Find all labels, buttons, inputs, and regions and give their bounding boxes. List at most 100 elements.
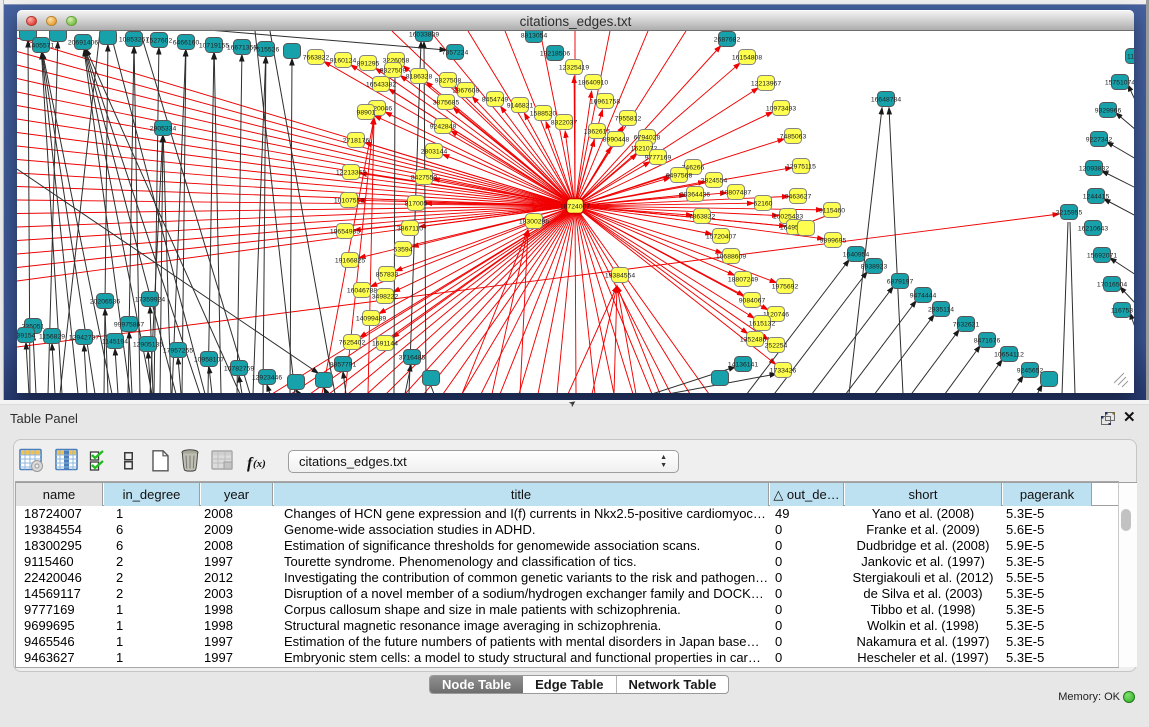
svg-text:1112: 1112 [1127, 54, 1134, 61]
svg-text:7955812: 7955812 [615, 116, 642, 123]
svg-text:62160: 62160 [754, 201, 773, 208]
svg-text:7632621: 7632621 [953, 322, 980, 329]
svg-text:16210643: 16210643 [1078, 226, 1108, 233]
svg-text:2803144: 2803144 [421, 149, 448, 156]
svg-text:9327508: 9327508 [435, 78, 462, 85]
svg-text:6879197: 6879197 [887, 279, 914, 286]
svg-text:116753: 116753 [1111, 308, 1133, 315]
svg-text:2687682: 2687682 [714, 37, 741, 44]
svg-text:9463627: 9463627 [785, 194, 812, 201]
svg-text:9327509: 9327509 [380, 68, 407, 75]
svg-text:99975867: 99975867 [114, 322, 144, 329]
svg-text:10107553: 10107553 [334, 198, 364, 205]
svg-text:8990448: 8990448 [603, 137, 630, 144]
svg-text:3716485: 3716485 [399, 355, 426, 362]
svg-text:10958107: 10958107 [194, 357, 224, 364]
svg-text:9329966: 9329966 [1095, 108, 1122, 115]
svg-text:9115460: 9115460 [819, 208, 845, 215]
svg-text:12213363: 12213363 [336, 170, 366, 177]
svg-text:9245652: 9245652 [1017, 368, 1044, 375]
svg-text:39154: 39154 [17, 333, 36, 340]
svg-text:12905135: 12905135 [133, 342, 163, 349]
svg-text:7863822: 7863822 [689, 214, 716, 221]
svg-text:8938923: 8938923 [861, 264, 888, 271]
svg-text:53594: 53594 [394, 247, 413, 254]
svg-text:16648784: 16648784 [871, 97, 901, 104]
svg-text:1615132: 1615132 [749, 321, 776, 328]
svg-text:15751074: 15751074 [1105, 80, 1134, 87]
svg-text:9160124: 9160124 [330, 58, 357, 65]
svg-text:18807249: 18807249 [728, 277, 758, 284]
svg-text:7515526: 7515526 [253, 47, 280, 54]
svg-text:20364436: 20364436 [680, 192, 710, 199]
svg-text:20206536: 20206536 [90, 299, 120, 306]
svg-text:18640910: 18640910 [578, 80, 608, 87]
svg-text:98901: 98901 [357, 110, 376, 117]
svg-text:2867608: 2867608 [453, 88, 480, 95]
svg-text:19654985: 19654985 [330, 229, 360, 236]
svg-text:8427552: 8427552 [411, 175, 438, 182]
svg-text:17359924: 17359924 [135, 297, 165, 304]
svg-text:19384554: 19384554 [605, 273, 635, 280]
svg-text:10973493: 10973493 [766, 106, 796, 113]
svg-text:7663822: 7663822 [303, 55, 330, 62]
svg-text:16543382: 16543382 [366, 82, 396, 89]
svg-text:10654112: 10654112 [994, 352, 1024, 359]
svg-text:16033809: 16033809 [409, 32, 439, 39]
svg-text:9777169: 9777169 [645, 155, 672, 162]
svg-text:12213967: 12213967 [751, 81, 781, 88]
svg-text:1640954: 1640954 [843, 252, 870, 259]
svg-text:3215955: 3215955 [1056, 210, 1083, 217]
svg-text:10719155: 10719155 [199, 43, 229, 50]
svg-text:252254: 252254 [765, 343, 788, 350]
svg-text:9474444: 9474444 [910, 293, 937, 300]
svg-text:2905334: 2905334 [150, 126, 177, 133]
svg-text:12975115: 12975115 [786, 164, 816, 171]
svg-text:15720407: 15720407 [706, 234, 736, 241]
svg-text:16154808: 16154808 [732, 55, 762, 62]
svg-text:17016504: 17016504 [1097, 282, 1127, 289]
svg-text:14136141: 14136141 [728, 362, 758, 369]
svg-text:17957255: 17957255 [163, 348, 193, 355]
svg-text:1145194: 1145194 [102, 339, 128, 346]
svg-text:9242848: 9242848 [430, 124, 457, 131]
svg-text:12942737: 12942737 [69, 335, 99, 342]
svg-text:10688609: 10688609 [716, 254, 746, 261]
svg-text:12325419: 12325419 [559, 65, 589, 72]
svg-text:9146821: 9146821 [507, 103, 534, 110]
svg-text:19218506: 19218506 [540, 51, 570, 58]
svg-text:7357224: 7357224 [442, 50, 469, 57]
svg-text:2935114: 2935114 [928, 307, 954, 314]
svg-text:1527602: 1527602 [146, 38, 173, 45]
svg-text:7625402: 7625402 [339, 340, 366, 347]
svg-text:1733426: 1733426 [770, 368, 797, 375]
svg-text:15692071: 15692071 [1087, 253, 1117, 260]
svg-text:3867110: 3867110 [397, 226, 423, 233]
svg-text:12093832: 12093832 [1079, 166, 1109, 173]
svg-text:19166825: 19166825 [335, 258, 365, 265]
svg-text:6497568: 6497568 [666, 173, 693, 180]
svg-text:10853267: 10853267 [119, 37, 149, 44]
svg-text:16782759: 16782759 [224, 366, 254, 373]
svg-text:9227342: 9227342 [1086, 137, 1113, 144]
svg-text:891295: 891295 [357, 61, 380, 68]
svg-text:16961758: 16961758 [590, 99, 620, 106]
svg-text:20691406: 20691406 [68, 40, 98, 47]
svg-text:18724007: 18724007 [560, 204, 590, 211]
svg-text:8186328: 8186328 [406, 74, 433, 81]
svg-text:1244415: 1244415 [1083, 194, 1110, 201]
svg-text:18300295: 18300295 [519, 219, 549, 226]
svg-text:8322037: 8322037 [551, 120, 578, 127]
svg-text:9857791: 9857791 [330, 362, 357, 369]
svg-text:3824554: 3824554 [701, 178, 728, 185]
svg-text:7485063: 7485063 [780, 134, 807, 141]
svg-text:3875685: 3875685 [433, 100, 460, 107]
svg-text:(x): (x) [253, 458, 266, 470]
svg-text:817005: 817005 [405, 201, 428, 208]
svg-text:1975692: 1975692 [772, 284, 799, 291]
svg-text:8471676: 8471676 [974, 338, 1001, 345]
svg-text:1691144: 1691144 [372, 341, 398, 348]
svg-text:8813054: 8813054 [521, 33, 548, 40]
svg-text:12923446: 12923446 [252, 375, 282, 382]
svg-text:14099489: 14099489 [356, 316, 386, 323]
